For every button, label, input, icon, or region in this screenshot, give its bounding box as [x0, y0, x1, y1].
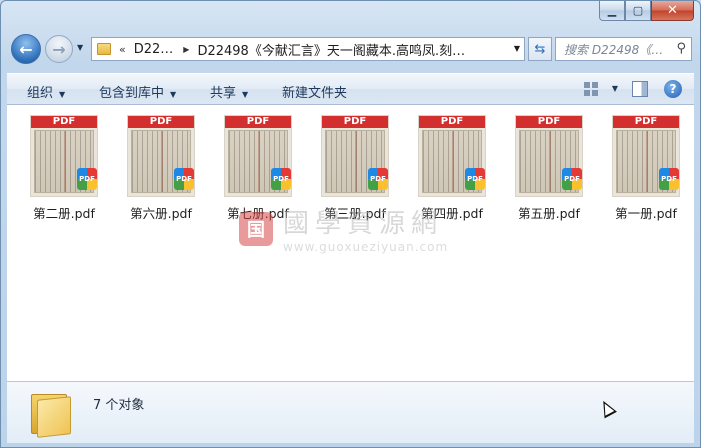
folder-icon	[29, 390, 73, 438]
chevron-down-icon: ▼	[242, 90, 249, 99]
pdf-badge-label: PDF	[661, 175, 677, 183]
pdf-badge-label: PDF	[370, 175, 386, 183]
chevron-down-icon: ▼	[170, 90, 177, 99]
pdf-thumb-label: PDF	[225, 116, 291, 128]
chevron-down-icon: ▼	[59, 90, 66, 99]
arrow-right-icon: →	[52, 39, 66, 59]
search-box[interactable]: 搜索 D22498《… ⚲	[555, 37, 692, 61]
preview-pane-icon[interactable]	[632, 81, 648, 97]
file-list[interactable]: PDFPDF第二册.pdfPDFPDF第六册.pdfPDFPDF第七册.pdfP…	[7, 105, 694, 381]
pdf-thumbnail: PDF PDF	[127, 115, 195, 197]
folder-icon	[97, 43, 111, 55]
pdf-app-icon: PDF	[368, 168, 388, 190]
pdf-thumbnail: PDF PDF	[418, 115, 486, 197]
close-button[interactable]: ✕	[651, 1, 694, 21]
change-view-icon[interactable]	[582, 80, 600, 98]
file-name: 第一册.pdf	[615, 206, 677, 221]
view-options-dropdown[interactable]: ▼	[612, 84, 618, 93]
watermark: 国 國學資源網 www.guoxueziyuan.com	[239, 203, 448, 254]
pdf-badge-label: PDF	[79, 175, 95, 183]
pdf-badge-label: PDF	[176, 175, 192, 183]
watermark-title: 國學資源網	[283, 209, 444, 239]
breadcrumb-item[interactable]: D22…	[134, 42, 174, 57]
share-menu[interactable]: 共享 ▼	[210, 82, 248, 101]
file-name: 第五册.pdf	[518, 206, 580, 221]
file-item[interactable]: PDF PDF 第五册.pdf	[508, 115, 590, 222]
pdf-app-icon: PDF	[77, 168, 97, 190]
pdf-thumb-label: PDF	[419, 116, 485, 128]
back-button[interactable]: ←	[11, 34, 41, 64]
pdf-app-icon: PDF	[659, 168, 679, 190]
maximize-button[interactable]: ▢	[625, 1, 651, 21]
details-pane: 7 个对象	[7, 381, 694, 443]
arrow-left-icon: ←	[19, 39, 33, 59]
navigation-bar: ← → ▼ « D22… ▶ D22498《今献汇言》天一阁藏本.高鸣凤.刻… …	[7, 31, 694, 67]
file-item[interactable]: PDF PDF 第二册.pdf	[23, 115, 105, 222]
pdf-thumbnail: PDF PDF	[30, 115, 98, 197]
pdf-thumbnail: PDF PDF	[612, 115, 680, 197]
pdf-app-icon: PDF	[174, 168, 194, 190]
search-icon[interactable]: ⚲	[676, 41, 686, 56]
pdf-badge-label: PDF	[273, 175, 289, 183]
pdf-app-icon: PDF	[465, 168, 485, 190]
pdf-thumbnail: PDF PDF	[224, 115, 292, 197]
command-bar: 组织 ▼ 包含到库中 ▼ 共享 ▼ 新建文件夹 ▼ ?	[7, 73, 694, 105]
pdf-app-icon: PDF	[562, 168, 582, 190]
organize-menu[interactable]: 组织 ▼	[27, 82, 65, 101]
pdf-badge-label: PDF	[564, 175, 580, 183]
file-item[interactable]: PDF PDF 第六册.pdf	[120, 115, 202, 222]
minimize-button[interactable]: ▁	[599, 1, 625, 21]
include-in-library-menu[interactable]: 包含到库中 ▼	[99, 82, 176, 101]
address-dropdown-icon[interactable]: ▼	[514, 44, 520, 53]
refresh-icon: ⇆	[534, 41, 546, 57]
breadcrumb-item-current[interactable]: D22498《今献汇言》天一阁藏本.高鸣凤.刻…	[197, 40, 465, 59]
breadcrumb-overflow[interactable]: «	[119, 43, 126, 56]
pdf-badge-label: PDF	[467, 175, 483, 183]
new-folder-button[interactable]: 新建文件夹	[282, 82, 347, 101]
item-count: 7 个对象	[93, 398, 145, 413]
refresh-button[interactable]: ⇆	[528, 37, 552, 61]
file-item[interactable]: PDF PDF 第一册.pdf	[605, 115, 687, 222]
explorer-window: ▁ ▢ ✕ ← → ▼ « D22… ▶ D22498《今献汇言》天一阁藏本.高…	[0, 0, 701, 448]
forward-button[interactable]: →	[45, 35, 73, 63]
watermark-url: www.guoxueziyuan.com	[283, 240, 449, 254]
caption-buttons: ▁ ▢ ✕	[599, 1, 694, 22]
pdf-thumb-label: PDF	[128, 116, 194, 128]
organize-label: 组织	[27, 86, 54, 101]
pdf-thumb-label: PDF	[322, 116, 388, 128]
recent-pages-button[interactable]: ▼	[77, 43, 83, 52]
help-icon[interactable]: ?	[664, 80, 682, 98]
include-in-library-label: 包含到库中	[99, 86, 165, 101]
pdf-thumb-label: PDF	[613, 116, 679, 128]
breadcrumb-separator-icon[interactable]: ▶	[183, 45, 189, 54]
pdf-thumbnail: PDF PDF	[321, 115, 389, 197]
address-bar[interactable]: « D22… ▶ D22498《今献汇言》天一阁藏本.高鸣凤.刻… ▼	[91, 37, 525, 61]
search-input[interactable]: 搜索 D22498《…	[564, 41, 668, 58]
pdf-thumb-label: PDF	[31, 116, 97, 128]
pdf-thumb-label: PDF	[516, 116, 582, 128]
share-label: 共享	[210, 86, 237, 101]
file-name: 第六册.pdf	[130, 206, 192, 221]
watermark-seal: 国	[239, 211, 273, 246]
file-name: 第二册.pdf	[33, 206, 95, 221]
pdf-thumbnail: PDF PDF	[515, 115, 583, 197]
pdf-app-icon: PDF	[271, 168, 291, 190]
new-folder-label: 新建文件夹	[282, 86, 348, 101]
